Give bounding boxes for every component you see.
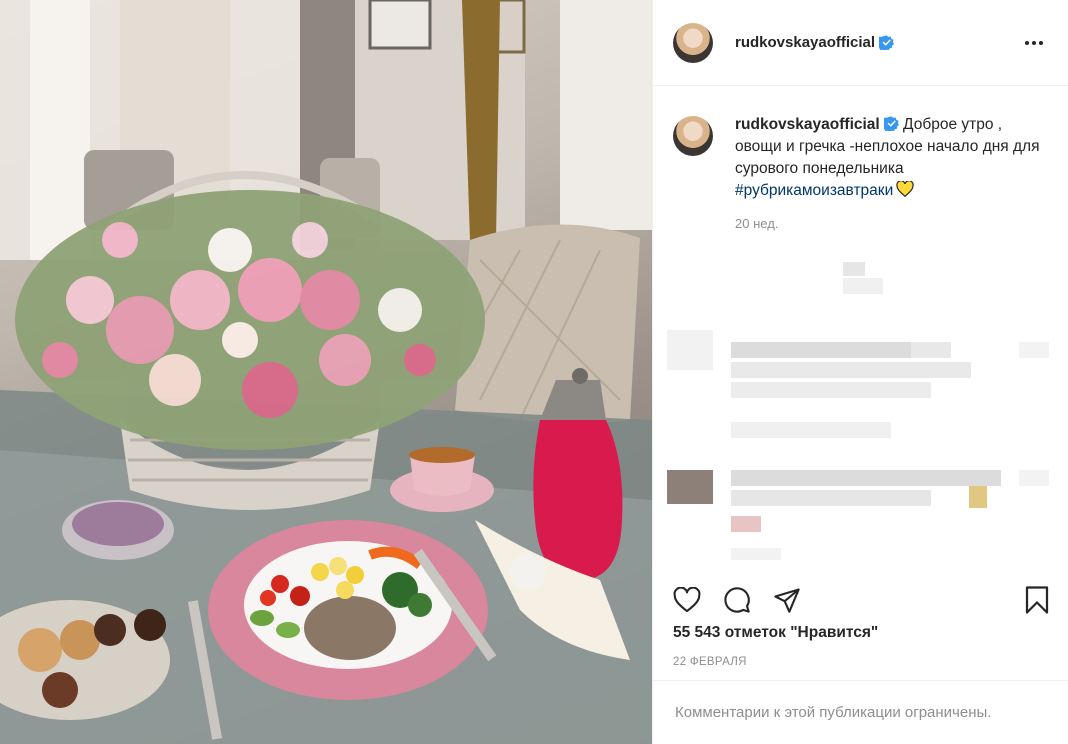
author-avatar[interactable] [673, 22, 713, 63]
comment-button[interactable] [721, 584, 753, 616]
bookmark-icon [1025, 586, 1049, 614]
verified-badge-icon [879, 35, 895, 50]
likes-count[interactable]: 55 543 отметок "Нравится" [673, 624, 878, 642]
post-sidebar: rudkovskayaofficial rudkovskayaofficial … [652, 0, 1068, 744]
post-caption: rudkovskayaofficial Доброе утро , овощи … [653, 86, 1068, 202]
like-button[interactable] [671, 584, 703, 616]
post-actions [653, 578, 1068, 622]
post-header: rudkovskayaofficial [653, 0, 1068, 86]
share-button[interactable] [771, 584, 803, 616]
post-photo[interactable] [0, 0, 652, 744]
author-username[interactable]: rudkovskayaofficial [735, 34, 875, 51]
caption-time[interactable]: 20 нед. [735, 216, 1068, 231]
heart-icon [673, 587, 701, 613]
comments-restricted-notice: Комментарии к этой публикации ограничены… [653, 680, 1068, 744]
share-icon [774, 588, 800, 613]
instagram-post: rudkovskayaofficial rudkovskayaofficial … [0, 0, 1068, 744]
post-date[interactable]: 22 ФЕВРАЛЯ [673, 656, 747, 668]
caption-author-avatar[interactable] [673, 116, 713, 156]
comment-icon [724, 587, 750, 613]
blurred-comments [653, 250, 1068, 570]
yellow-heart-icon [896, 181, 914, 197]
caption-username[interactable]: rudkovskayaofficial [735, 116, 880, 133]
more-options-icon[interactable] [1022, 31, 1046, 55]
caption-hashtag[interactable]: #рубрикамоизавтраки [735, 182, 893, 199]
verified-badge-icon [883, 116, 899, 131]
breakfast-table-image [0, 0, 652, 744]
save-button[interactable] [1021, 584, 1053, 616]
caption-body: rudkovskayaofficial Доброе утро , овощи … [735, 114, 1048, 202]
